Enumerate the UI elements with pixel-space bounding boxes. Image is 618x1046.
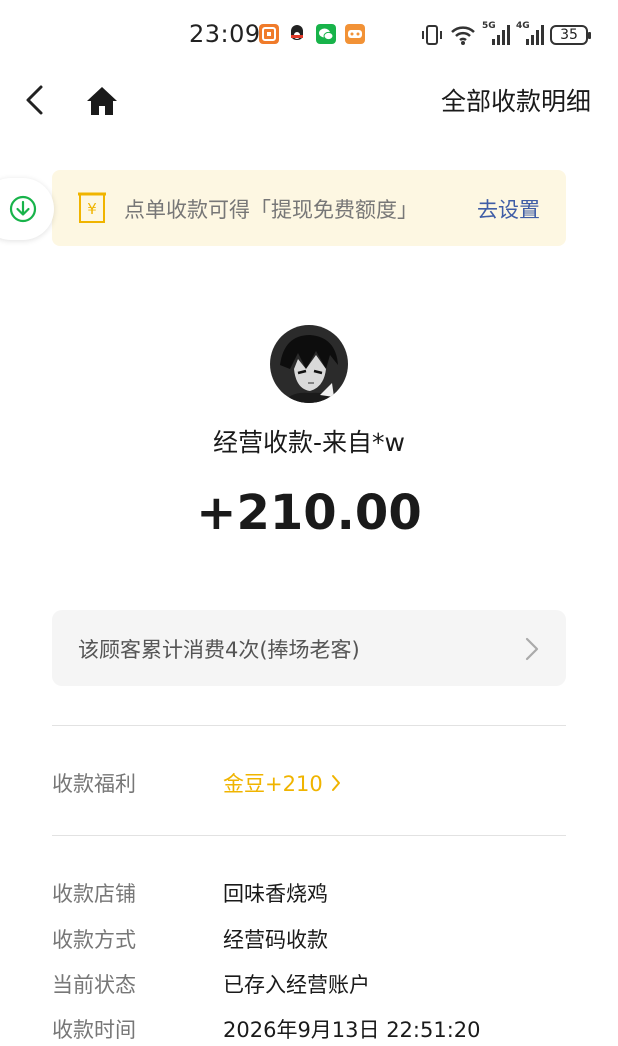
promo-text: 点单收款可得「提现免费额度」 [124, 198, 418, 222]
status-bar: 23:09 5G 4G 35 [0, 0, 618, 68]
vibrate-icon [422, 25, 442, 45]
method-label: 收款方式 [52, 928, 136, 952]
customer-stats-text: 该顾客累计消费4次(捧场老客) [78, 638, 360, 662]
customer-stats-card[interactable]: 该顾客累计消费4次(捧场老客) [52, 610, 566, 686]
receipt-yuan-icon: ¥ [78, 192, 106, 223]
download-circle-icon [9, 195, 37, 223]
chevron-left-icon [26, 85, 43, 115]
chevron-right-icon [525, 637, 539, 661]
promo-banner: ¥ 点单收款可得「提现免费额度」 去设置 [52, 170, 566, 246]
benefit-value: 金豆+210 [223, 772, 323, 796]
signal-5g-icon: 5G [482, 21, 510, 47]
store-value: 回味香烧鸡 [223, 882, 328, 906]
home-button[interactable] [84, 84, 120, 118]
payer-name: 经营收款-来自*w [213, 428, 405, 457]
page-title[interactable]: 全部收款明细 [441, 82, 591, 118]
app-notification-icon [259, 24, 279, 44]
time-label: 收款时间 [52, 1018, 136, 1042]
benefit-label: 收款福利 [52, 772, 136, 796]
game-icon [345, 24, 365, 44]
home-icon [87, 87, 117, 115]
go-settings-link[interactable]: 去设置 [477, 194, 540, 224]
battery-icon: 35 [550, 25, 591, 45]
float-download-button[interactable] [0, 178, 54, 240]
method-value: 经营码收款 [223, 928, 328, 952]
chevron-right-icon [331, 775, 340, 791]
system-status-icons: 5G 4G 35 [420, 21, 591, 48]
store-label: 收款店铺 [52, 882, 136, 906]
nav-header: 全部收款明细 [0, 68, 618, 132]
qq-icon [287, 24, 307, 44]
payer-avatar [270, 325, 348, 403]
time-value: 2026年9月13日 22:51:20 [223, 1018, 481, 1042]
clock: 23:09 [189, 20, 261, 48]
status-label: 当前状态 [52, 973, 136, 997]
payment-amount: +210.00 [196, 485, 422, 541]
divider [52, 835, 566, 836]
divider [52, 725, 566, 726]
benefit-link[interactable]: 金豆+210 [223, 768, 341, 798]
signal-4g-icon: 4G [516, 21, 544, 47]
svg-text:¥: ¥ [87, 200, 97, 218]
wechat-icon [316, 24, 336, 44]
status-value: 已存入经营账户 [223, 973, 370, 997]
back-button[interactable] [20, 84, 52, 116]
wifi-icon [451, 26, 475, 45]
